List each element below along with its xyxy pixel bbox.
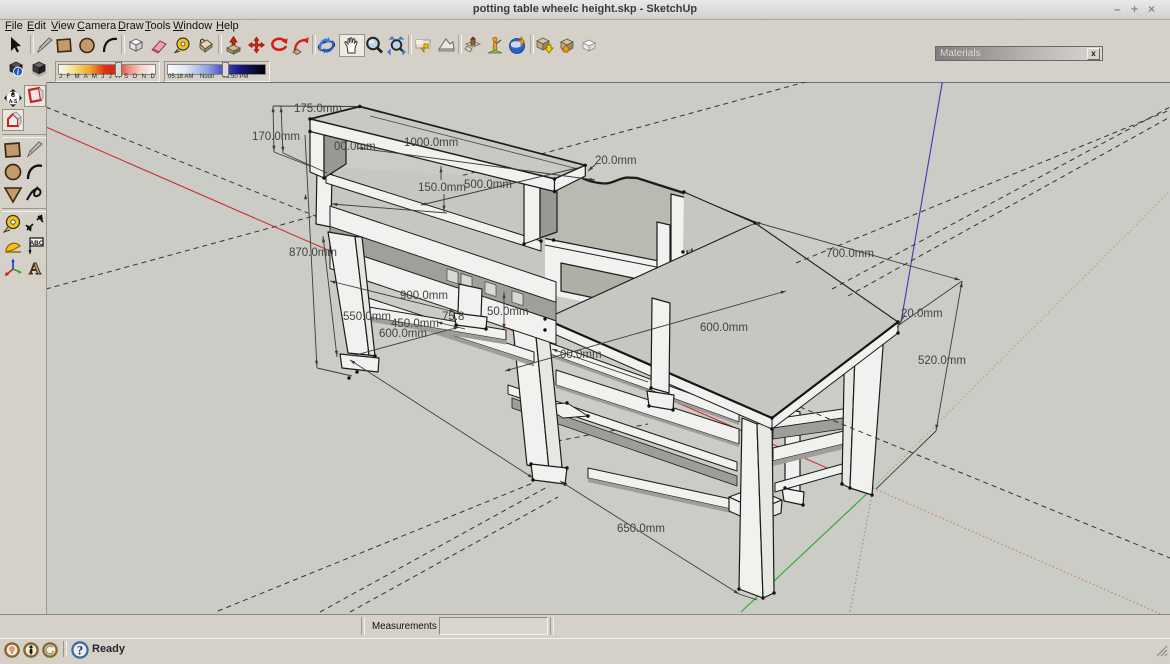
svg-text:600.0mm: 600.0mm: [700, 322, 748, 334]
svg-text:1000.0mm: 1000.0mm: [404, 137, 458, 149]
svg-text:50.0mm: 50.0mm: [487, 306, 529, 318]
svg-text:550.0mm: 550.0mm: [343, 311, 391, 323]
svg-text:700.0mm: 700.0mm: [826, 248, 874, 260]
svg-text:20.0mm: 20.0mm: [901, 308, 943, 320]
svg-text:520.0mm: 520.0mm: [918, 355, 966, 367]
svg-text:00.0mm: 00.0mm: [334, 141, 376, 153]
svg-text:00.0mm: 00.0mm: [560, 349, 602, 361]
svg-text:650.0mm: 650.0mm: [617, 523, 665, 535]
svg-text:ABC: ABC: [29, 240, 43, 247]
svg-text:170.0mm: 170.0mm: [252, 131, 300, 143]
svg-text:A-S: A-S: [9, 99, 18, 105]
svg-text:75.8: 75.8: [442, 311, 464, 323]
svg-text:A: A: [29, 259, 42, 278]
svg-text:900.0mm: 900.0mm: [400, 290, 448, 302]
svg-text:?: ?: [77, 644, 83, 658]
svg-text:500.0mm: 500.0mm: [464, 179, 512, 191]
svg-text:870.0mm: 870.0mm: [289, 247, 337, 259]
svg-text:150.0mm: 150.0mm: [418, 182, 466, 194]
svg-text:175.0mm: 175.0mm: [294, 103, 342, 115]
svg-text:600.0mm: 600.0mm: [379, 328, 427, 340]
svg-text:20.0mm: 20.0mm: [595, 155, 637, 167]
